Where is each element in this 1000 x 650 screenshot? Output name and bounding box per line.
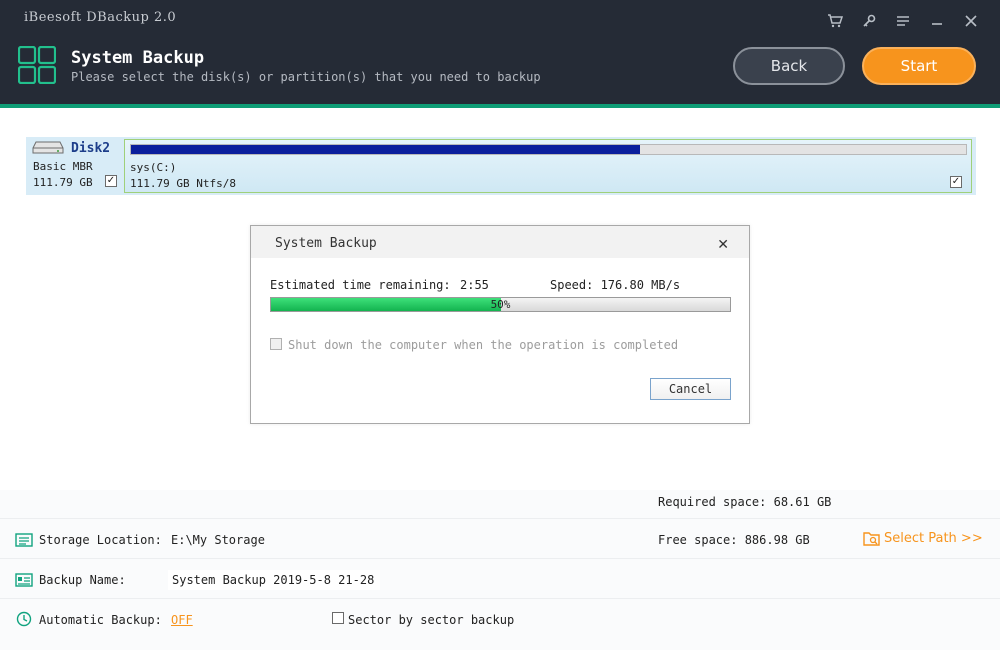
eta-label: Estimated time remaining: xyxy=(270,278,451,292)
select-path-button[interactable]: Select Path >> xyxy=(863,531,983,546)
dialog-title: System Backup xyxy=(275,236,377,251)
page-title: System Backup xyxy=(71,48,205,68)
partition-info: 111.79 GB Ntfs/8 xyxy=(130,177,236,190)
partition-usage-bar xyxy=(130,144,967,155)
folder-search-icon xyxy=(863,532,880,546)
minimize-icon[interactable] xyxy=(920,10,954,32)
clock-icon xyxy=(16,611,32,627)
partition-name: sys(C:) xyxy=(130,161,177,174)
eta-value: 2:55 xyxy=(460,278,489,292)
cancel-button[interactable]: Cancel xyxy=(650,378,731,400)
disk-size: 111.79 GB xyxy=(33,176,93,189)
partition-checkbox[interactable]: ✓ xyxy=(950,176,962,188)
speed-readout: Speed: 176.80 MB/s xyxy=(550,278,681,292)
automatic-backup-toggle[interactable]: OFF xyxy=(171,613,193,627)
storage-location-label: Storage Location: xyxy=(39,533,162,547)
select-path-label: Select Path >> xyxy=(884,531,983,546)
page-subtitle: Please select the disk(s) or partition(s… xyxy=(71,70,541,84)
hard-disk-icon xyxy=(32,141,64,154)
backup-progress-dialog: System Backup ✕ Estimated time remaining… xyxy=(250,225,750,424)
header-bar: iBeesoft DBackup 2.0 System Backup Pleas… xyxy=(0,0,1000,108)
menu-icon[interactable] xyxy=(886,10,920,32)
dialog-titlebar: System Backup ✕ xyxy=(251,226,749,258)
required-space: Required space: 68.61 GB xyxy=(658,495,832,509)
partition-usage-fill xyxy=(131,145,641,154)
disk-name: Disk2 xyxy=(71,141,111,156)
cart-icon[interactable] xyxy=(818,10,852,32)
backup-name-label: Backup Name: xyxy=(39,573,126,587)
divider xyxy=(0,558,1000,559)
disk-info: Disk2 Basic MBR 111.79 GB ✓ xyxy=(26,137,122,195)
divider xyxy=(0,518,1000,519)
start-button[interactable]: Start xyxy=(862,47,976,85)
disk-checkbox[interactable]: ✓ xyxy=(105,175,117,187)
backup-progress-bar: 50% xyxy=(270,297,731,312)
key-icon[interactable] xyxy=(852,10,886,32)
sector-backup-checkbox[interactable] xyxy=(332,612,344,624)
shutdown-checkbox[interactable] xyxy=(270,338,282,350)
free-space: Free space: 886.98 GB xyxy=(658,533,810,547)
dialog-close-icon[interactable]: ✕ xyxy=(717,237,729,253)
automatic-backup-label: Automatic Backup: xyxy=(39,613,162,627)
app-title: iBeesoft DBackup 2.0 xyxy=(24,10,177,25)
folder-icon xyxy=(15,533,33,547)
windows-logo-icon xyxy=(18,46,56,84)
window-controls xyxy=(818,10,988,32)
partition-sys-c[interactable]: sys(C:) 111.79 GB Ntfs/8 ✓ xyxy=(124,139,972,193)
disk-row[interactable]: Disk2 Basic MBR 111.79 GB ✓ sys(C:) 111.… xyxy=(26,137,976,195)
backup-name-input[interactable] xyxy=(168,570,380,590)
sector-backup-label: Sector by sector backup xyxy=(348,613,515,627)
disk-type: Basic MBR xyxy=(33,160,93,173)
storage-location-value: E:\My Storage xyxy=(171,533,265,547)
shutdown-label: Shut down the computer when the operatio… xyxy=(288,338,679,352)
divider xyxy=(0,598,1000,599)
back-button[interactable]: Back xyxy=(733,47,845,85)
close-icon[interactable] xyxy=(954,10,988,32)
name-card-icon xyxy=(15,573,33,587)
backup-progress-text: 50% xyxy=(490,298,511,311)
